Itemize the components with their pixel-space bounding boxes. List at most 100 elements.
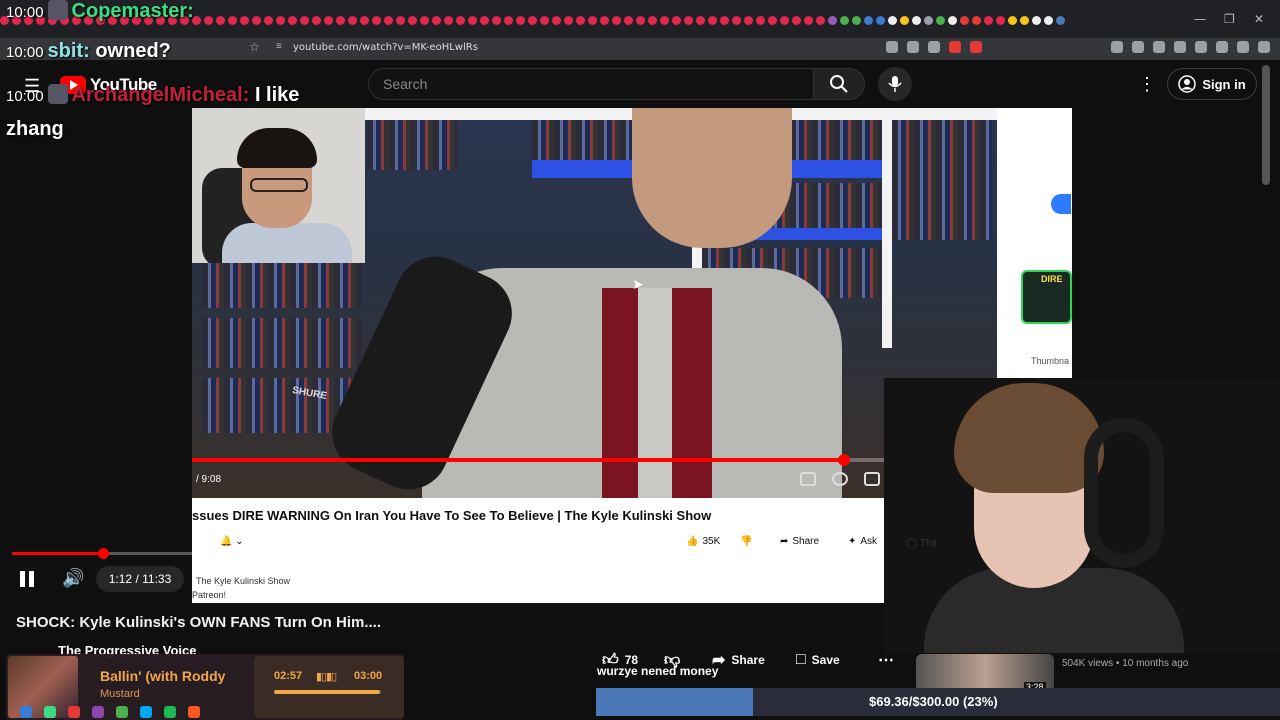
tab-favicon-icon[interactable] [204, 16, 213, 25]
tab-favicon-icon[interactable] [780, 16, 789, 25]
taskbar-app-icon[interactable] [44, 705, 56, 718]
tab-favicon-icon[interactable] [744, 16, 753, 25]
tab-favicon-icon[interactable] [888, 16, 897, 25]
tab-favicon-icon[interactable] [732, 16, 741, 25]
tab-favicon-icon[interactable] [768, 16, 777, 25]
inner-share-button[interactable]: ➦ Share [780, 536, 819, 547]
tab-favicon-icon[interactable] [948, 16, 957, 25]
tab-favicon-icon[interactable] [864, 16, 873, 25]
shield-icon[interactable] [1237, 41, 1249, 53]
tab-favicon-icon[interactable] [312, 16, 321, 25]
volume-icon[interactable]: 🔊 [62, 568, 84, 589]
captions-icon[interactable] [864, 472, 880, 486]
inner-progress-bar[interactable] [192, 454, 997, 466]
tab-favicon-icon[interactable] [564, 16, 573, 25]
video-progress-bar[interactable] [12, 548, 884, 559]
thanks-button[interactable]: ◯ Tha [906, 538, 937, 549]
tab-favicon-icon[interactable] [432, 16, 441, 25]
tab-favicon-icon[interactable] [756, 16, 765, 25]
autoplay-icon[interactable] [832, 472, 848, 486]
tab-favicon-icon[interactable] [240, 16, 249, 25]
restore-icon[interactable]: ❐ [1224, 12, 1235, 26]
page-scrollbar[interactable] [1262, 65, 1270, 185]
tab-favicon-icon[interactable] [624, 16, 633, 25]
tab-favicon-icon[interactable] [576, 16, 585, 25]
tab-favicon-icon[interactable] [528, 16, 537, 25]
tab-favicon-icon[interactable] [924, 16, 933, 25]
voice-search-button[interactable] [878, 67, 912, 101]
tab-favicon-icon[interactable] [504, 16, 513, 25]
search-input[interactable] [369, 69, 789, 99]
tab-favicon-icon[interactable] [828, 16, 837, 25]
share-button[interactable]: ➦ Share [712, 648, 765, 672]
search-button[interactable] [813, 68, 865, 100]
address-bar[interactable]: ☆ ≡ youtube.com/watch?v=MK-eoHLwlRs [0, 38, 1280, 60]
tab-favicon-icon[interactable] [396, 16, 405, 25]
tab-favicon-icon[interactable] [252, 16, 261, 25]
sidebar-icon[interactable] [1174, 41, 1186, 53]
tab-favicon-icon[interactable] [792, 16, 801, 25]
taskbar-app-icon[interactable] [140, 705, 152, 718]
zoom-icon[interactable] [886, 41, 898, 53]
video-progress-knob[interactable] [97, 548, 109, 559]
tab-favicon-icon[interactable] [300, 16, 309, 25]
browser-menu-icon[interactable] [1258, 41, 1270, 53]
tab-favicon-icon[interactable] [996, 16, 1005, 25]
taskbar-app-icon[interactable] [20, 705, 32, 718]
taskbar-app-icon[interactable] [164, 705, 176, 718]
tab-favicon-icon[interactable] [468, 16, 477, 25]
cast-icon[interactable] [907, 41, 919, 53]
tab-favicon-icon[interactable] [456, 16, 465, 25]
tab-favicon-icon[interactable] [288, 16, 297, 25]
taskbar-app-icon[interactable] [68, 705, 80, 718]
tab-favicon-icon[interactable] [852, 16, 861, 25]
tab-favicon-icon[interactable] [900, 16, 909, 25]
tab-favicon-icon[interactable] [936, 16, 945, 25]
tab-favicon-icon[interactable] [636, 16, 645, 25]
blue-button[interactable] [1051, 194, 1071, 214]
extension-icon[interactable] [1111, 41, 1123, 53]
inner-ask-button[interactable]: ✦ Ask [848, 536, 877, 547]
sidebar-thumbnail[interactable]: DIRE [1021, 270, 1072, 324]
tab-favicon-icon[interactable] [1008, 16, 1017, 25]
tab-favicon-icon[interactable] [384, 16, 393, 25]
tab-favicon-icon[interactable] [912, 16, 921, 25]
tab-favicon-icon[interactable] [816, 16, 825, 25]
tab-favicon-icon[interactable] [480, 16, 489, 25]
sign-in-button[interactable]: Sign in [1167, 68, 1257, 100]
tab-favicon-icon[interactable] [600, 16, 609, 25]
tab-favicon-icon[interactable] [720, 16, 729, 25]
tab-favicon-icon[interactable] [972, 16, 981, 25]
tab-favicon-icon[interactable] [840, 16, 849, 25]
taskbar-app-icon[interactable] [116, 705, 128, 718]
tab-favicon-icon[interactable] [960, 16, 969, 25]
brave-rewards-icon[interactable] [970, 41, 982, 53]
tab-favicon-icon[interactable] [552, 16, 561, 25]
inner-like-button[interactable]: 👍 35K [686, 536, 720, 547]
tab-favicon-icon[interactable] [228, 16, 237, 25]
tab-favicon-icon[interactable] [612, 16, 621, 25]
music-icon[interactable] [1153, 41, 1165, 53]
tab-favicon-icon[interactable] [684, 16, 693, 25]
inner-progress-knob[interactable] [838, 454, 851, 466]
tab-favicon-icon[interactable] [264, 16, 273, 25]
minimize-icon[interactable]: — [1194, 12, 1206, 26]
tab-favicon-icon[interactable] [1056, 16, 1065, 25]
close-icon[interactable]: ✕ [1254, 12, 1264, 26]
tab-favicon-icon[interactable] [336, 16, 345, 25]
tab-favicon-icon[interactable] [348, 16, 357, 25]
tab-favicon-icon[interactable] [708, 16, 717, 25]
miniplayer-icon[interactable] [800, 472, 816, 486]
wallet-icon[interactable] [1132, 41, 1144, 53]
pause-button[interactable] [20, 568, 40, 590]
tab-favicon-icon[interactable] [420, 16, 429, 25]
tab-favicon-icon[interactable] [984, 16, 993, 25]
tab-favicon-icon[interactable] [876, 16, 885, 25]
site-info-icon[interactable]: ≡ [276, 41, 282, 52]
kebab-icon[interactable]: ⋮ [1138, 74, 1156, 95]
tab-favicon-icon[interactable] [492, 16, 501, 25]
notification-bell-icon[interactable]: 🔔 ⌄ [220, 536, 244, 547]
bookmark-star-icon[interactable]: ☆ [249, 40, 260, 54]
tab-favicon-icon[interactable] [444, 16, 453, 25]
tab-favicon-icon[interactable] [696, 16, 705, 25]
